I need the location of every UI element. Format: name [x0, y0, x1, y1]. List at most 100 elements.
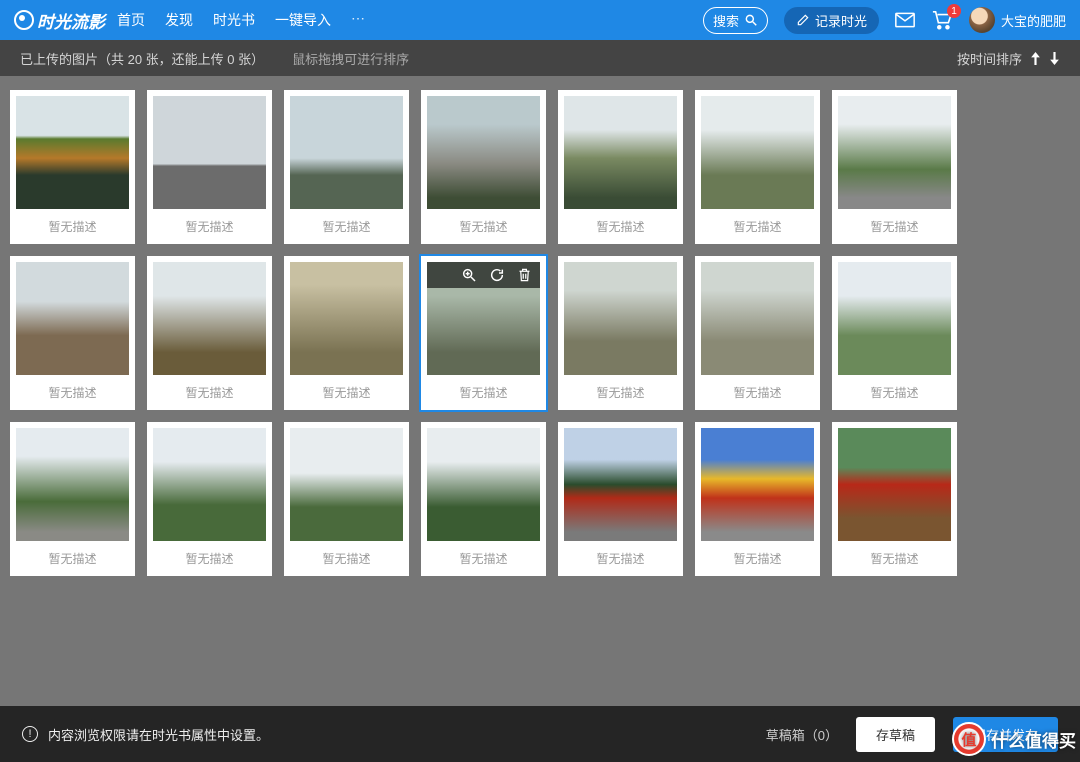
arrow-up-icon[interactable]	[1030, 52, 1041, 65]
photo-thumb	[153, 96, 266, 209]
save-draft-button[interactable]: 存草稿	[856, 717, 935, 752]
photo-caption: 暂无描述	[459, 375, 507, 410]
photo-thumb	[153, 428, 266, 541]
search-button[interactable]: 搜索	[703, 7, 768, 34]
photo-caption: 暂无描述	[48, 541, 96, 576]
photo-caption: 暂无描述	[596, 375, 644, 410]
photo-caption: 暂无描述	[459, 541, 507, 576]
photo-card[interactable]: 暂无描述	[421, 90, 546, 244]
photo-card[interactable]: 暂无描述	[147, 90, 272, 244]
photo-caption: 暂无描述	[322, 541, 370, 576]
photo-card[interactable]: 暂无描述	[695, 422, 820, 576]
photo-card[interactable]: 暂无描述	[695, 256, 820, 410]
photo-card[interactable]: 暂无描述	[10, 90, 135, 244]
user-menu[interactable]: 大宝的肥肥	[969, 7, 1066, 33]
photo-thumb	[290, 96, 403, 209]
photo-card[interactable]: 暂无描述	[558, 422, 683, 576]
draft-box-link[interactable]: 草稿箱（0）	[766, 725, 838, 744]
bottom-bar: ! 内容浏览权限请在时光书属性中设置。 草稿箱（0） 存草稿 保存并发布	[0, 706, 1080, 762]
photo-caption: 暂无描述	[870, 375, 918, 410]
photo-thumb	[838, 428, 951, 541]
photo-card[interactable]: 暂无描述	[832, 422, 957, 576]
photo-thumb	[838, 96, 951, 209]
photo-caption: 暂无描述	[870, 209, 918, 244]
photo-card[interactable]: 暂无描述	[558, 90, 683, 244]
cart-button[interactable]: 1	[931, 10, 953, 30]
nav-items: 首页 发现 时光书 一键导入 ⋯	[117, 10, 365, 30]
photo-thumb	[427, 96, 540, 209]
photo-thumb	[153, 262, 266, 375]
photo-caption: 暂无描述	[870, 541, 918, 576]
record-label: 记录时光	[815, 11, 867, 30]
mail-button[interactable]	[895, 12, 915, 28]
photo-thumb	[16, 428, 129, 541]
photo-caption: 暂无描述	[185, 541, 233, 576]
record-button[interactable]: 记录时光	[784, 7, 879, 34]
photo-thumb	[290, 262, 403, 375]
nav-more-icon[interactable]: ⋯	[351, 10, 365, 30]
nav-discover[interactable]: 发现	[165, 10, 193, 30]
photo-thumb	[16, 96, 129, 209]
photo-thumb	[564, 428, 677, 541]
search-icon	[744, 13, 758, 27]
photo-caption: 暂无描述	[322, 375, 370, 410]
photo-caption: 暂无描述	[48, 375, 96, 410]
card-toolbar	[427, 262, 540, 288]
photo-caption: 暂无描述	[733, 541, 781, 576]
bottom-actions: 草稿箱（0） 存草稿 保存并发布	[766, 717, 1058, 752]
photo-card[interactable]: 暂无描述	[832, 256, 957, 410]
photo-card[interactable]: 暂无描述	[284, 90, 409, 244]
photo-caption: 暂无描述	[733, 209, 781, 244]
photo-caption: 暂无描述	[459, 209, 507, 244]
photo-caption: 暂无描述	[596, 541, 644, 576]
notice-area: ! 内容浏览权限请在时光书属性中设置。	[22, 725, 269, 744]
photo-thumb	[701, 428, 814, 541]
photo-thumb	[564, 96, 677, 209]
publish-button[interactable]: 保存并发布	[953, 717, 1058, 752]
top-nav: 时光流影 首页 发现 时光书 一键导入 ⋯ 搜索 记录时光 1 大宝的肥肥	[0, 0, 1080, 40]
search-label: 搜索	[713, 11, 739, 30]
photo-card[interactable]: 暂无描述	[10, 422, 135, 576]
photo-card[interactable]: 暂无描述	[421, 422, 546, 576]
notice-text: 内容浏览权限请在时光书属性中设置。	[48, 725, 269, 744]
photo-thumb	[838, 262, 951, 375]
photo-caption: 暂无描述	[322, 209, 370, 244]
photo-caption: 暂无描述	[733, 375, 781, 410]
rotate-icon[interactable]	[489, 267, 505, 283]
site-logo[interactable]: 时光流影	[14, 8, 105, 33]
photo-card-selected[interactable]: 暂无描述	[421, 256, 546, 410]
photo-thumb	[16, 262, 129, 375]
drag-hint: 鼠标拖拽可进行排序	[292, 49, 409, 68]
photo-thumb	[564, 262, 677, 375]
delete-icon[interactable]	[517, 267, 532, 283]
sort-label: 按时间排序	[957, 49, 1022, 68]
mail-icon	[895, 12, 915, 28]
photo-card[interactable]: 暂无描述	[832, 90, 957, 244]
photo-card[interactable]: 暂无描述	[10, 256, 135, 410]
photo-card[interactable]: 暂无描述	[147, 256, 272, 410]
photo-card[interactable]: 暂无描述	[558, 256, 683, 410]
sort-control[interactable]: 按时间排序	[957, 49, 1060, 68]
photo-card[interactable]: 暂无描述	[284, 256, 409, 410]
photo-thumb	[701, 262, 814, 375]
photo-caption: 暂无描述	[185, 209, 233, 244]
arrow-down-icon[interactable]	[1049, 52, 1060, 65]
photo-card[interactable]: 暂无描述	[147, 422, 272, 576]
cart-badge: 1	[947, 4, 961, 18]
photo-thumb	[701, 96, 814, 209]
avatar	[969, 7, 995, 33]
nav-book[interactable]: 时光书	[213, 10, 255, 30]
photo-caption: 暂无描述	[596, 209, 644, 244]
photo-thumb	[427, 428, 540, 541]
username: 大宝的肥肥	[1001, 11, 1066, 30]
photo-caption: 暂无描述	[48, 209, 96, 244]
nav-import[interactable]: 一键导入	[275, 10, 331, 30]
nav-home[interactable]: 首页	[117, 10, 145, 30]
zoom-icon[interactable]	[461, 267, 477, 283]
photo-card[interactable]: 暂无描述	[695, 90, 820, 244]
upload-info: 已上传的图片（共 20 张，还能上传 0 张）	[20, 49, 264, 68]
logo-text: 时光流影	[37, 8, 105, 33]
photo-card[interactable]: 暂无描述	[284, 422, 409, 576]
info-icon: !	[22, 726, 38, 742]
edit-icon	[796, 13, 810, 27]
